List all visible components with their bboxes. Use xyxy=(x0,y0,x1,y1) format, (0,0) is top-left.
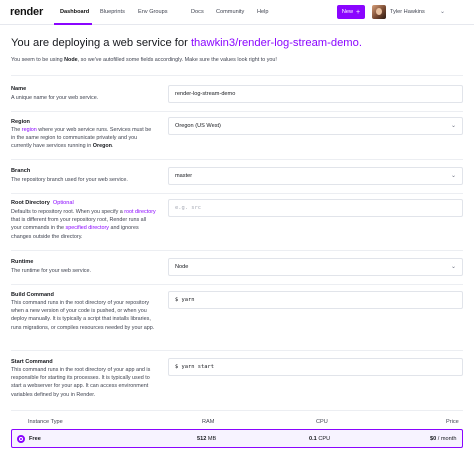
root-directory-label: Root Directory Optional xyxy=(11,200,74,206)
avatar[interactable] xyxy=(372,5,386,19)
divider xyxy=(11,193,463,194)
start-command-description: This command runs in the root directory … xyxy=(11,367,151,398)
region-link[interactable]: region xyxy=(22,127,37,133)
runtime-select[interactable]: Node ⌄ xyxy=(168,258,463,276)
start-command-input[interactable]: $ yarn start xyxy=(168,358,463,376)
top-nav: render Dashboard Blueprints Env Groups D… xyxy=(0,0,474,25)
nav-link-blueprints[interactable]: Blueprints xyxy=(100,9,125,15)
nav-link-dashboard[interactable]: Dashboard xyxy=(60,9,89,15)
instance-cpu: 0.1 CPU xyxy=(309,436,331,442)
new-button-label: New xyxy=(341,9,354,15)
name-description: A unique name for your web service. xyxy=(11,95,99,101)
name-input[interactable]: render-log-stream-demo xyxy=(168,85,463,103)
page-title: You are deploying a web service for thaw… xyxy=(11,37,362,49)
root-directory-label-text: Root Directory xyxy=(11,200,50,206)
chevron-down-icon[interactable]: ⌄ xyxy=(440,8,445,15)
divider xyxy=(11,410,463,411)
branch-value: master xyxy=(175,173,193,179)
chevron-down-icon: ⌄ xyxy=(450,173,456,179)
plus-icon: + xyxy=(356,8,361,16)
autofill-notice: You seem to be using Node, so we've auto… xyxy=(11,57,277,63)
branch-select[interactable]: master ⌄ xyxy=(168,167,463,185)
column-header-instance-type: Instance Type xyxy=(28,419,63,425)
nav-link-docs[interactable]: Docs xyxy=(191,9,204,15)
page-title-prefix: You are deploying a web service for xyxy=(11,37,191,49)
divider xyxy=(11,159,463,160)
root-directory-description: Defaults to repository root. When you sp… xyxy=(11,209,156,240)
name-label: Name xyxy=(11,86,27,92)
branch-description: The repository branch used for your web … xyxy=(11,177,128,183)
build-command-description: This command runs in the root directory … xyxy=(11,300,155,331)
chevron-down-icon: ⌄ xyxy=(450,123,456,129)
divider xyxy=(11,250,463,251)
root-directory-input[interactable]: e.g. src xyxy=(168,199,463,217)
runtime-description: The runtime for your web service. xyxy=(11,268,91,274)
start-command-value: $ yarn start xyxy=(175,364,214,370)
build-command-label: Build Command xyxy=(11,292,54,298)
region-select[interactable]: Oregon (US West) ⌄ xyxy=(168,117,463,135)
build-command-value: $ yarn xyxy=(175,297,195,303)
column-header-ram: RAM xyxy=(202,419,215,425)
region-description: The region where your web service runs. … xyxy=(11,127,152,150)
instance-ram: 512 MB xyxy=(197,436,217,442)
nav-link-help[interactable]: Help xyxy=(257,9,269,15)
name-value: render-log-stream-demo xyxy=(175,91,236,97)
user-name[interactable]: Tyler Hawkins xyxy=(390,9,425,15)
column-header-cpu: CPU xyxy=(316,419,328,425)
render-logo[interactable]: render xyxy=(10,6,43,18)
radio-selected-icon[interactable] xyxy=(17,435,25,443)
optional-badge: Optional xyxy=(52,200,74,206)
notice-text: You seem to be using xyxy=(11,57,65,63)
nav-link-community[interactable]: Community xyxy=(216,9,244,15)
nav-link-env-groups[interactable]: Env Groups xyxy=(138,9,168,15)
region-label: Region xyxy=(11,119,30,125)
repo-link[interactable]: thawkin3/render-log-stream-demo. xyxy=(191,37,362,49)
active-tab-indicator xyxy=(54,23,92,25)
chevron-down-icon: ⌄ xyxy=(450,264,456,270)
divider xyxy=(11,111,463,112)
region-value: Oregon (US West) xyxy=(175,123,221,129)
branch-label: Branch xyxy=(11,168,31,174)
instance-price: $0 / month xyxy=(430,436,457,442)
start-command-label: Start Command xyxy=(11,359,53,365)
divider xyxy=(11,75,463,76)
instance-type-name: Free xyxy=(29,436,41,442)
build-command-input[interactable]: $ yarn xyxy=(168,291,463,309)
instance-type-row-free[interactable]: Free 512 MB 0.1 CPU $0 / month xyxy=(11,429,463,448)
specified-directory-link[interactable]: specified directory xyxy=(66,225,109,231)
runtime-label: Runtime xyxy=(11,259,34,265)
root-directory-placeholder: e.g. src xyxy=(175,205,201,211)
root-directory-link[interactable]: root directory xyxy=(124,209,155,215)
runtime-value: Node xyxy=(175,264,189,270)
column-header-price: Price xyxy=(446,419,459,425)
divider xyxy=(11,284,463,285)
detected-language: Node xyxy=(64,57,78,63)
new-button[interactable]: New + xyxy=(337,5,365,19)
divider xyxy=(11,350,463,351)
notice-text-end: , so we've autofilled some fields accord… xyxy=(77,57,277,63)
